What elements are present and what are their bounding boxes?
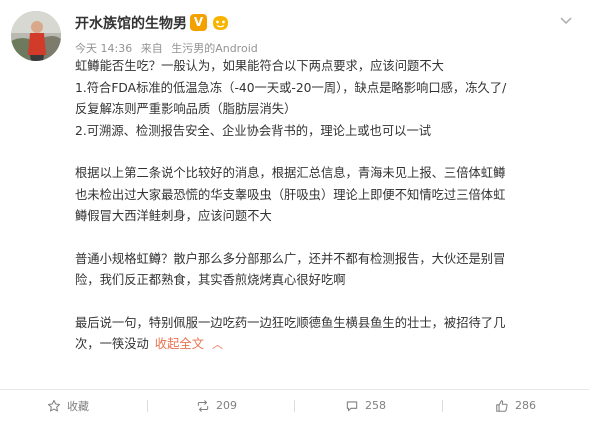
- source-prefix: 来自: [140, 42, 163, 55]
- favorite-button[interactable]: 收藏: [47, 390, 89, 421]
- repost-icon: [197, 399, 209, 412]
- repost-button[interactable]: 209: [196, 390, 237, 421]
- post-source[interactable]: 生污男的Android: [171, 42, 258, 55]
- post-text-line: 也未检出过大家最恐慌的华支睾吸虫（肝吸虫）理论上即便不知情吃过三倍体虹: [75, 187, 506, 202]
- fan-badge-icon: [213, 16, 228, 30]
- collapse-arrow-icon[interactable]: ︿: [212, 338, 223, 351]
- post-text-line-last: 次，一筷没动 收起全文 ︿: [75, 334, 575, 356]
- action-separator: [442, 400, 443, 412]
- verified-badge-icon: V: [190, 14, 207, 31]
- post-time[interactable]: 今天 14:36: [75, 42, 132, 55]
- thumbs-up-icon: [496, 399, 508, 412]
- post-text-line: 反复解冻则严重影响品质（脂肪层消失）: [75, 102, 297, 116]
- post-text-fragment: 次，一筷没动: [75, 337, 149, 351]
- post-content: 虹鳟能否生吃？一般认为，如果能符合以下两点要求，应该问题不大 1.符合FDA标准…: [75, 56, 575, 356]
- post-text-line: 险，我们反正都熟食，其实香煎烧烤真心很好吃啊: [75, 273, 346, 287]
- repost-count: 209: [216, 399, 237, 412]
- avatar-photo: [11, 11, 61, 61]
- favorite-label: 收藏: [67, 399, 89, 413]
- star-icon: [47, 399, 61, 411]
- comment-icon: [346, 400, 358, 411]
- comment-button[interactable]: 258: [345, 390, 386, 421]
- like-count: 286: [515, 399, 536, 412]
- like-button[interactable]: 286: [495, 390, 536, 421]
- comment-count: 258: [365, 399, 386, 412]
- post-text-line: 最后说一句，特别佩服一边吃药一边狂吃顺德鱼生横县鱼生的壮士，被招待了几: [75, 315, 506, 330]
- chevron-down-icon[interactable]: [560, 17, 572, 25]
- post-text-line: 普通小规格虹鳟？散户那么多分部那么广，还并不都有检测报告，大伙还是别冒: [75, 251, 506, 266]
- action-separator: [147, 400, 148, 412]
- post-text-line: 鳟假冒大西洋鲑刺身，应该问题不大: [75, 209, 272, 223]
- action-separator: [294, 400, 295, 412]
- post-text-line: 2.可溯源、检测报告安全、企业协会背书的，理论上或也可以一试: [75, 123, 432, 138]
- action-bar: 收藏 209 258 286: [0, 390, 589, 421]
- avatar[interactable]: [11, 11, 61, 61]
- username[interactable]: 开水族馆的生物男: [75, 13, 187, 33]
- post-text-line: 虹鳟能否生吃？一般认为，如果能符合以下两点要求，应该问题不大: [75, 59, 444, 73]
- weibo-post-card: 开水族馆的生物男 V 今天 14:36 来自 生污男的Android 虹鳟能否生…: [0, 0, 589, 421]
- post-text-line: 1.符合FDA标准的低温急冻（-40一天或-20一周），缺点是略影响口感，冻久了…: [75, 80, 507, 95]
- collapse-text-link[interactable]: 收起全文: [155, 337, 204, 351]
- post-meta: 今天 14:36 来自 生污男的Android: [75, 40, 263, 56]
- post-text-line: 根据以上第二条说个比较好的消息，根据汇总信息，青海未见上报、三倍体虹鳟: [75, 166, 506, 180]
